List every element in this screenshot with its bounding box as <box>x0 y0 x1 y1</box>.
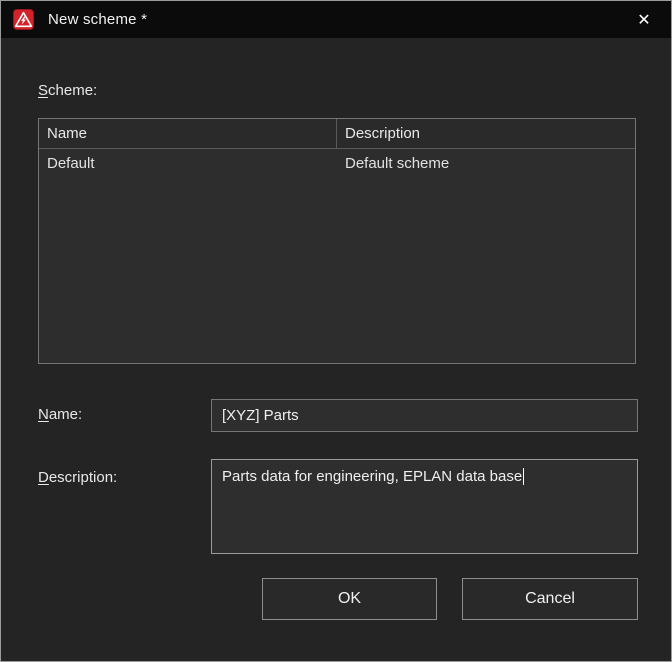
ok-button[interactable]: OK <box>262 578 437 620</box>
scheme-label-rest: cheme: <box>48 82 97 99</box>
new-scheme-dialog: New scheme * ✕ Scheme: Name Description … <box>0 0 672 662</box>
scheme-table-header: Name Description <box>39 119 635 149</box>
eplan-logo-icon <box>13 9 34 30</box>
row-cell-name: Default <box>39 149 337 179</box>
description-label: Description: <box>38 469 117 486</box>
scheme-label-mnemonic: S <box>38 82 48 99</box>
text-cursor <box>523 468 524 485</box>
cancel-button[interactable]: Cancel <box>462 578 638 620</box>
scheme-table: Name Description Default Default scheme <box>38 118 636 364</box>
dialog-title: New scheme * <box>48 11 147 28</box>
name-label: Name: <box>38 406 82 423</box>
description-textarea[interactable]: Parts data for engineering, EPLAN data b… <box>211 459 638 554</box>
name-input[interactable] <box>211 399 638 432</box>
column-header-description[interactable]: Description <box>337 119 635 148</box>
title-bar[interactable]: New scheme * ✕ <box>1 1 671 38</box>
description-label-mnemonic: D <box>38 469 49 486</box>
description-label-rest: escription: <box>49 469 117 486</box>
name-label-mnemonic: N <box>38 406 49 423</box>
close-icon[interactable]: ✕ <box>627 5 661 35</box>
table-row[interactable]: Default Default scheme <box>39 149 635 179</box>
scheme-label: Scheme: <box>38 82 97 99</box>
row-cell-description: Default scheme <box>337 149 635 179</box>
column-header-name[interactable]: Name <box>39 119 337 148</box>
name-label-rest: ame: <box>49 406 82 423</box>
description-text: Parts data for engineering, EPLAN data b… <box>222 468 522 485</box>
